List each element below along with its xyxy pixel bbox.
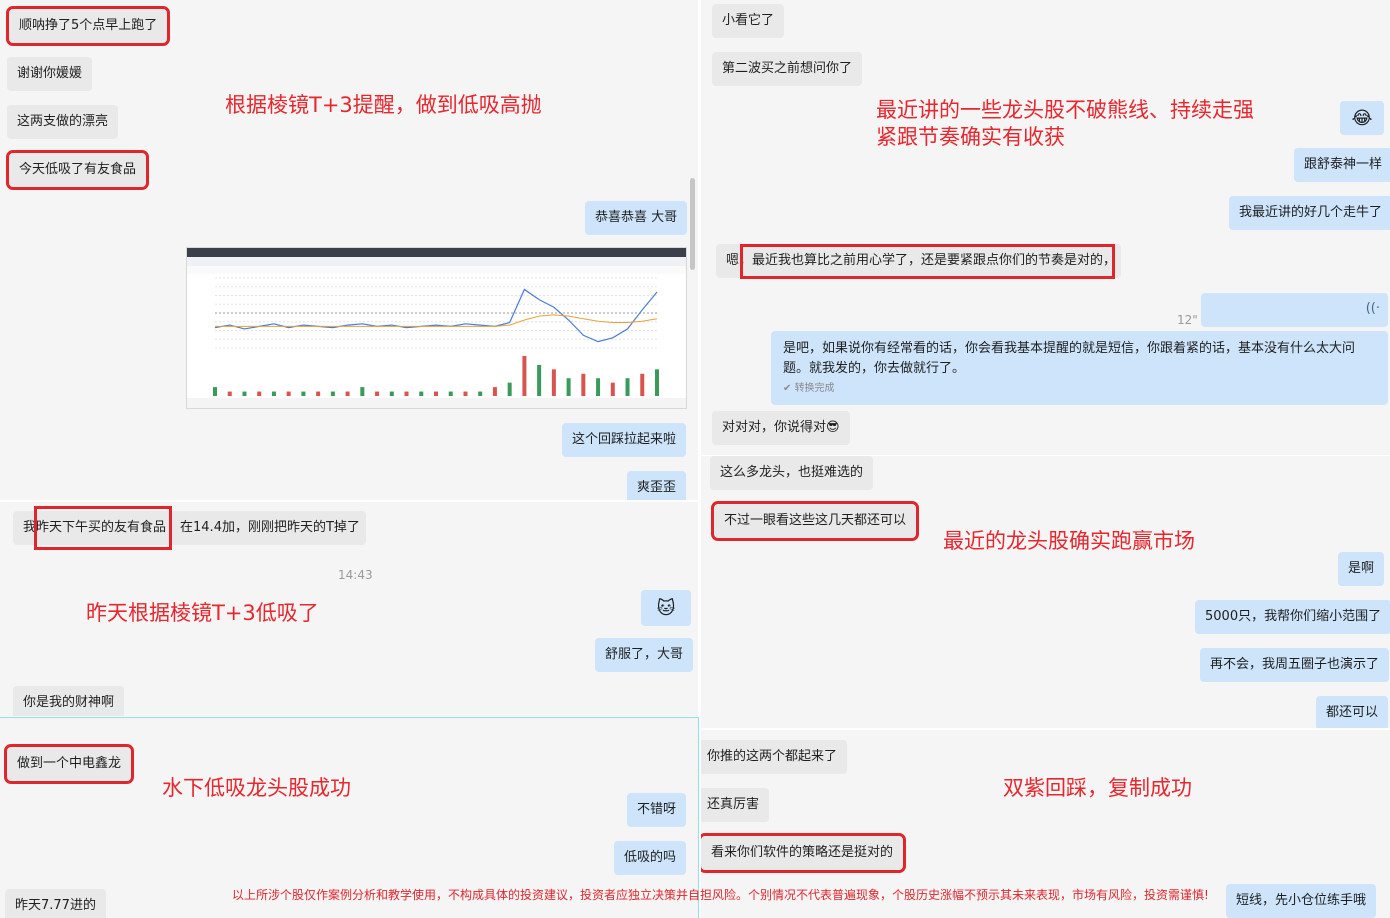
volume-bar (286, 391, 291, 396)
message-prefix: 嗯， (726, 253, 753, 268)
volume-bar (404, 391, 409, 396)
transcript-text: 是吧，如果说你有经常看的话，你会看我基本提醒的就是短信，你跟着紧的话，基本没有什… (783, 341, 1356, 376)
volume-bar (448, 391, 453, 396)
message-bubble[interactable]: 嗯，最近我也算比之前用心学了，还是要紧跟点你们的节奏是对的， (716, 244, 1121, 278)
message-bubble[interactable]: 谢谢你媛媛 (7, 57, 93, 91)
annotation-text: 水下低吸龙头股成功 (162, 776, 351, 800)
message-bubble[interactable]: 爽歪歪 (627, 471, 687, 500)
volume-bar (492, 387, 497, 396)
message-bubble[interactable]: 不错呀 (627, 793, 687, 827)
disclaimer-text: 以上所涉个股仅作案例分析和教学使用，不构成具体的投资建议，投资者应独立决策并自担… (232, 888, 1209, 902)
message-bubble[interactable]: 今天低吸了有友食品 (5, 150, 150, 190)
annotation-text: 紧跟节奏确实有收获 (876, 125, 1065, 149)
volume-bar (537, 364, 542, 396)
message-bubble[interactable]: 昨天7.77进的 (5, 889, 106, 918)
volume-bar (434, 391, 438, 396)
message-bubble[interactable]: 第二波买之前想问你了 (712, 52, 863, 86)
volume-bar (463, 391, 468, 396)
check-icon: ✔ (783, 383, 795, 394)
message-bubble[interactable]: 5000只，我帮你们缩小范围了 (1195, 600, 1390, 634)
volume-bar (522, 356, 527, 396)
message-highlight-part: 最近我也算比之前用心学了，还是要紧跟点你们的节奏是对的， (752, 253, 1117, 268)
volume-bar (566, 378, 571, 396)
annotation-text: 最近讲的一些龙头股不破熊线、持续走强 (876, 98, 1254, 122)
volume-bar (301, 391, 306, 396)
volume-bar (640, 373, 645, 396)
volume-bar (375, 391, 380, 396)
series-line-price (214, 288, 658, 343)
voice-duration: 12" (1177, 313, 1198, 327)
transcript-status: ✔ 转换完成 (783, 383, 835, 394)
scrollbar[interactable] (690, 178, 695, 270)
message-bubble[interactable]: 再不会，我周五圈子也演示了 (1200, 648, 1390, 682)
message-bubble[interactable]: 低吸的吗 (614, 841, 687, 875)
chat-panel-5: 这么多龙头，也挺难选的 不过一眼看这些这几天都还可以 最近的龙头股确实跑赢市场 … (701, 456, 1390, 728)
message-bubble[interactable]: 看来你们软件的策略还是挺对的 (701, 833, 907, 873)
stock-chart-image[interactable] (186, 247, 687, 409)
emoji-sticker[interactable]: 😂 (1340, 101, 1384, 135)
intraday-chart (187, 248, 686, 408)
timestamp: 14:43 (338, 568, 373, 582)
message-bubble[interactable]: 都还可以 (1316, 696, 1389, 728)
volume-bar (360, 387, 365, 396)
volume-bar (655, 369, 659, 396)
volume-bar (213, 387, 217, 396)
volume-bar (581, 373, 586, 396)
volume-bar (625, 378, 630, 396)
volume-bar (271, 391, 276, 396)
volume-bar (551, 369, 556, 396)
message-bubble[interactable]: 你推的这两个都起来了 (701, 740, 848, 774)
message-bubble[interactable]: 你是我的财神啊 (13, 686, 125, 716)
message-bubble[interactable]: 我最近讲的好几个走牛了 (1229, 196, 1390, 230)
message-bubble[interactable]: 是啊 (1338, 552, 1385, 586)
volume-bar (227, 391, 232, 396)
message-bubble[interactable]: 对对对，你说得对😎 (712, 411, 850, 445)
message-bubble[interactable]: 舒服了，大哥 (595, 638, 694, 672)
voice-message[interactable]: ((· (1201, 293, 1388, 327)
message-bubble[interactable]: 短线，先小仓位练手哦 (1226, 884, 1377, 918)
volume-bar (316, 391, 321, 396)
message-highlight-part: 我昨天下午买的友有食品 (23, 520, 167, 535)
message-bubble[interactable]: 这个回踩拉起来啦 (562, 423, 687, 457)
message-bubble[interactable]: 做到一个中电鑫龙 (3, 744, 135, 784)
voice-wave-icon: ((· (1365, 301, 1380, 316)
chat-panel-1: 顺呐挣了5个点早上跑了 谢谢你媛媛 这两支做的漂亮 今天低吸了有友食品 根据棱镜… (0, 0, 698, 500)
message-bubble[interactable]: 恭喜恭喜 大哥 (585, 201, 688, 235)
volume-bar (330, 391, 335, 396)
volume-bar (507, 382, 512, 396)
volume-bar (610, 382, 615, 396)
message-bubble[interactable]: 不过一眼看这些这几天都还可以 (710, 501, 920, 541)
message-tail: 在14.4加，刚刚把昨天的T掉了 (180, 520, 360, 535)
chat-panel-2: 我昨天下午买的友有食品 在14.4加，刚刚把昨天的T掉了 14:43 昨天根据棱镜… (0, 502, 698, 716)
chat-panel-4: 小看它了 第二波买之前想问你了 最近讲的一些龙头股不破熊线、持续走强 紧跟节奏确… (701, 0, 1390, 455)
message-bubble[interactable]: 跟舒泰神一样 (1294, 148, 1390, 182)
annotation-text: 昨天根据棱镜T+3低吸了 (86, 601, 319, 625)
volume-bar (257, 391, 262, 396)
volume-bar (345, 391, 350, 396)
message-bubble[interactable]: 我昨天下午买的友有食品 在14.4加，刚刚把昨天的T掉了 (13, 511, 366, 545)
message-bubble[interactable]: 这两支做的漂亮 (7, 105, 119, 139)
voice-transcript[interactable]: 是吧，如果说你有经常看的话，你会看我基本提醒的就是短信，你跟着紧的话，基本没有什… (771, 331, 1388, 405)
message-bubble[interactable]: 这么多龙头，也挺难选的 (710, 456, 874, 490)
volume-bar (389, 391, 394, 396)
annotation-text: 最近的龙头股确实跑赢市场 (943, 529, 1195, 553)
message-bubble[interactable]: 还真厉害 (701, 788, 770, 822)
message-bubble[interactable]: 小看它了 (712, 4, 785, 38)
message-bubble[interactable]: 顺呐挣了5个点早上跑了 (5, 6, 171, 46)
volume-bar (242, 391, 247, 396)
annotation-text: 根据棱镜T+3提醒，做到低吸高抛 (225, 93, 542, 117)
volume-bar (596, 378, 601, 396)
volume-bar (478, 391, 483, 396)
volume-bar (419, 391, 424, 396)
annotation-text: 双紫回踩，复制成功 (1003, 776, 1192, 800)
emoji-sticker[interactable]: 🐱 (641, 590, 691, 626)
